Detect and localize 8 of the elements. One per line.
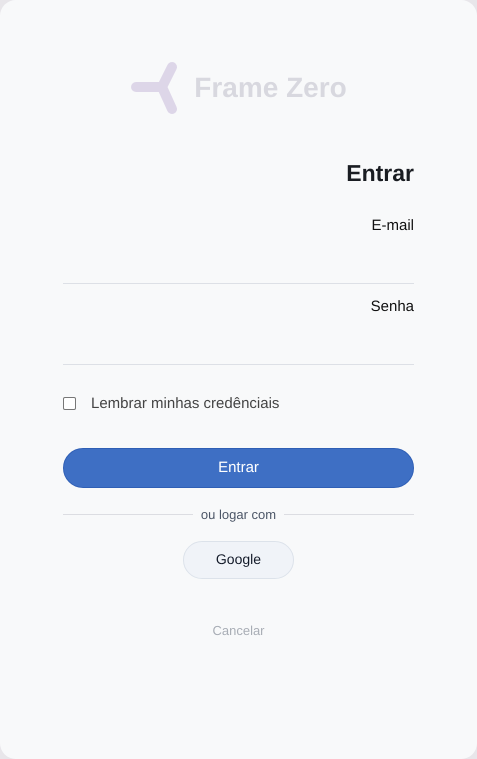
divider-label: ou logar com <box>200 506 276 524</box>
field-label: Senha <box>370 296 414 316</box>
checkbox[interactable] <box>63 397 76 410</box>
field-label: E-mail <box>371 216 414 236</box>
form-heading: Entrar <box>346 159 414 188</box>
google-button[interactable]: Google <box>183 540 294 578</box>
submit-button[interactable]: Entrar <box>63 448 414 488</box>
checkbox-label: Lembrar minhas credênciais <box>91 394 280 414</box>
